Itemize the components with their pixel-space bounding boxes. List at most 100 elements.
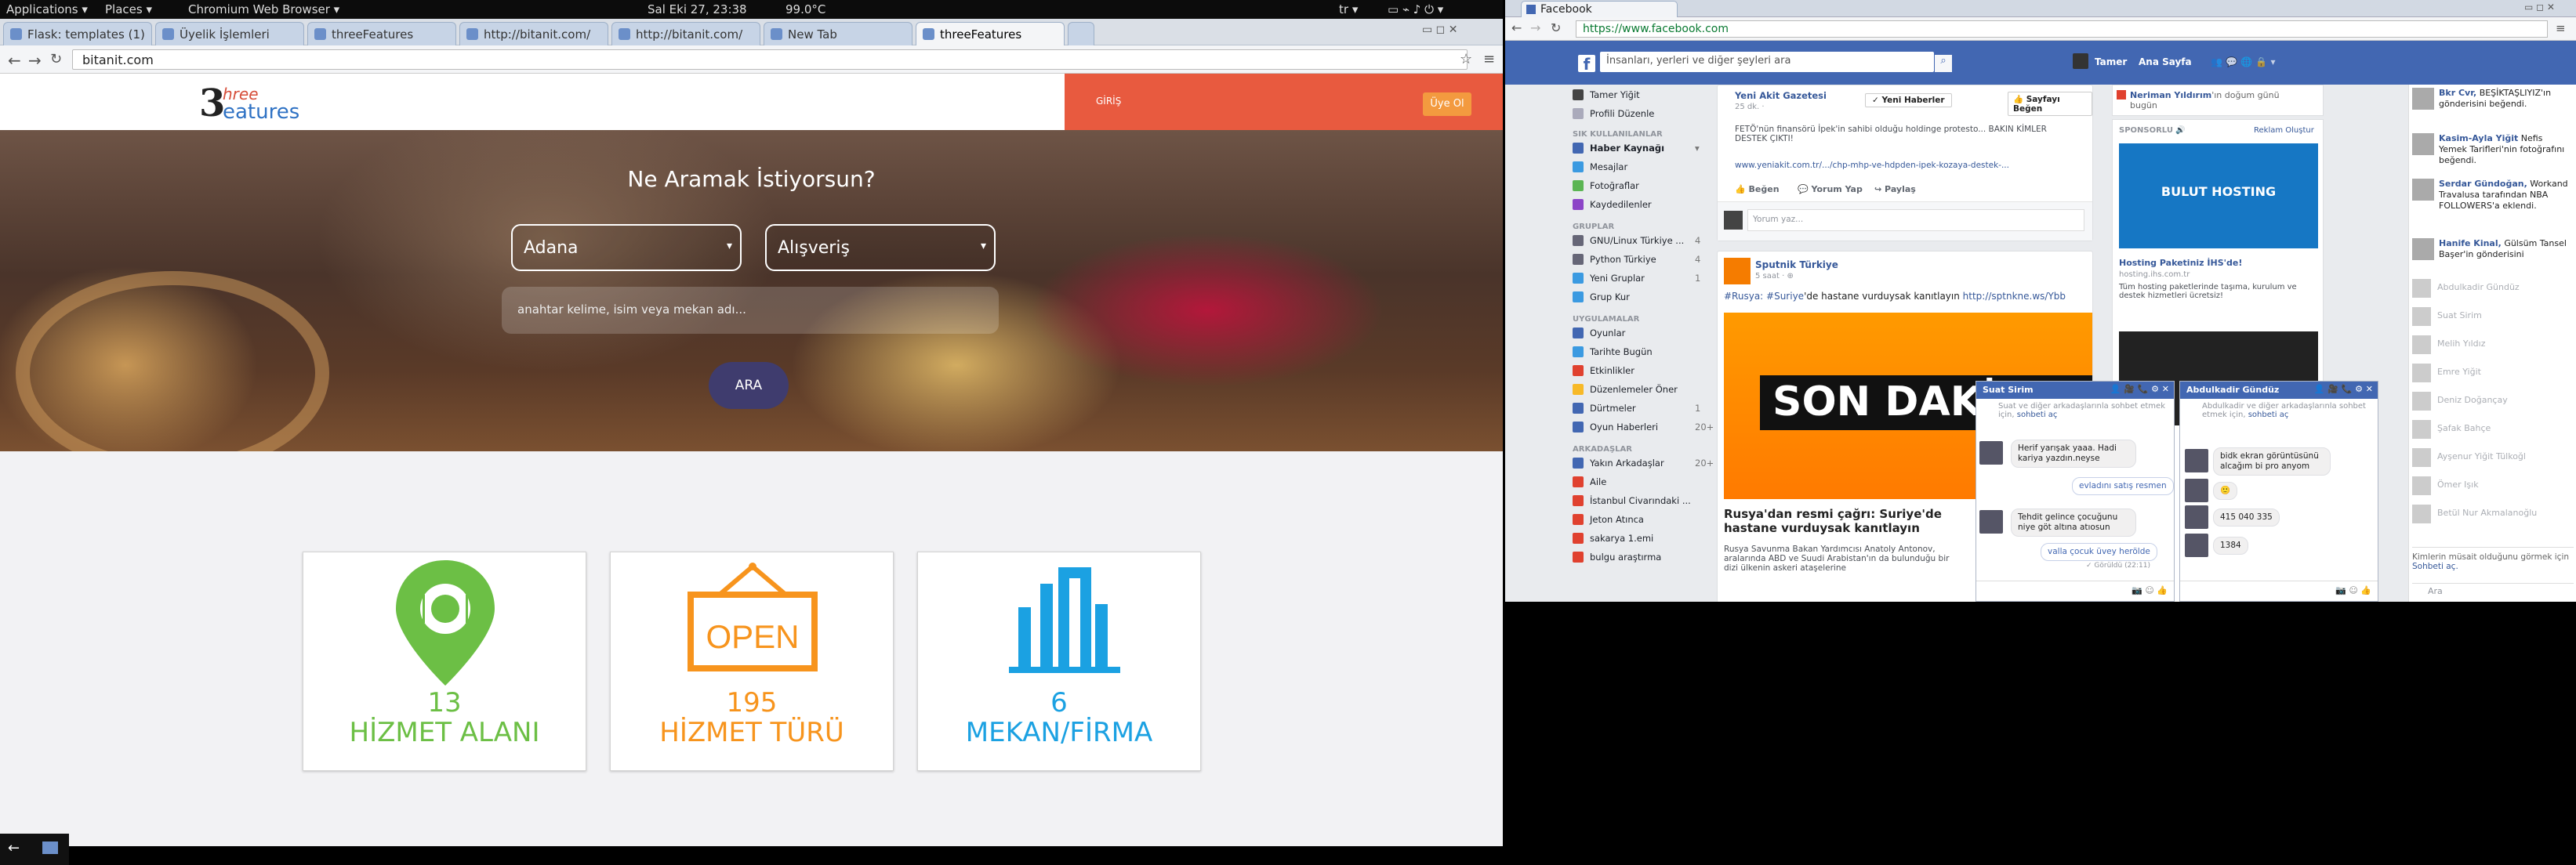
profile-link[interactable]: Tamer bbox=[2095, 56, 2127, 67]
keyboard-layout[interactable]: tr ▾ bbox=[1339, 2, 1358, 16]
sidebar-item-photos[interactable]: Fotoğraflar bbox=[1573, 180, 1639, 194]
stat-card-hizmet-turu[interactable]: OPEN 195 HİZMET TÜRÜ bbox=[610, 552, 894, 771]
comment-button[interactable]: 💬 Yorum Yap bbox=[1798, 184, 1863, 194]
open-chat-link[interactable]: sohbeti aç bbox=[2248, 411, 2289, 419]
site-logo[interactable]: 3 hree eatures bbox=[199, 83, 309, 124]
login-link[interactable]: GİRİŞ bbox=[1096, 96, 1121, 107]
places-menu[interactable]: Places ▾ bbox=[105, 2, 152, 16]
chat-title[interactable]: Suat Sirim bbox=[1983, 385, 2034, 395]
sidebar-item-app[interactable]: Tarihte Bugün bbox=[1573, 346, 1653, 360]
chat-search-input[interactable]: Ara bbox=[2412, 583, 2574, 599]
sidebar-item-group[interactable]: Yeni Gruplar 1 bbox=[1573, 273, 1700, 287]
stat-card-mekan-firma[interactable]: 6 MEKAN/FİRMA bbox=[917, 552, 1201, 771]
comment-input[interactable]: Yorum yaz... bbox=[1747, 209, 2084, 231]
forward-icon[interactable]: → bbox=[28, 51, 42, 70]
bookmark-star-icon[interactable]: ☆ bbox=[1460, 51, 1472, 67]
tab-threefeatures[interactable]: threeFeatures bbox=[307, 22, 456, 45]
sidebar-item-app[interactable]: Etkinlikler bbox=[1573, 365, 1634, 379]
chat-controls[interactable]: 👤 🎥 📞 ⚙ ✕ bbox=[2110, 384, 2170, 394]
category-select[interactable]: Alışveriş ▾ bbox=[765, 224, 996, 271]
signup-button[interactable]: Üye Ol bbox=[1423, 92, 1471, 116]
tab-threefeatures-active[interactable]: threeFeatures bbox=[916, 22, 1065, 45]
sidebar-item-friends[interactable]: sakarya 1.emi bbox=[1573, 533, 1653, 547]
contact-item[interactable]: Ayşenur Yiğit Tülkoğl bbox=[2412, 447, 2574, 469]
post-link[interactable]: www.yeniakit.com.tr/.../chp-mhp-ve-hdpde… bbox=[1735, 161, 2009, 170]
avatar[interactable] bbox=[2073, 53, 2088, 69]
back-icon[interactable]: ← bbox=[8, 51, 21, 70]
contact-item[interactable]: Melih Yıldız bbox=[2412, 334, 2574, 356]
menu-icon[interactable]: ≡ bbox=[2556, 21, 2566, 35]
search-button[interactable]: ARA bbox=[709, 362, 789, 409]
contact-item[interactable]: Deniz Doğançay bbox=[2412, 390, 2574, 412]
sidebar-item-friends[interactable]: Jeton Atınca bbox=[1573, 514, 1644, 528]
ad-image[interactable]: BULUT HOSTING bbox=[2119, 143, 2318, 248]
tab-bitanit-2[interactable]: http://bitanit.com/ bbox=[611, 22, 760, 45]
post-link[interactable]: http://sptnkne.ws/Ybb bbox=[1963, 291, 2066, 302]
address-bar[interactable]: https://www.facebook.com bbox=[1576, 20, 2548, 38]
post-author[interactable]: Sputnik Türkiye bbox=[1755, 259, 1838, 270]
clock[interactable]: Sal Eki 27, 23:38 bbox=[648, 2, 747, 16]
sidebar-item-app[interactable]: Düzenlemeler Öner bbox=[1573, 384, 1678, 398]
tray-icons[interactable]: ▭ ⌁ ♪ ⏻ ▾ bbox=[1388, 2, 1443, 16]
address-bar[interactable]: bitanit.com bbox=[72, 49, 1468, 70]
chat-input[interactable]: 📷 ☺ 👍 bbox=[1976, 581, 2174, 601]
new-tab-button[interactable] bbox=[1068, 22, 1094, 45]
contact-item[interactable]: Emre Yiğit bbox=[2412, 362, 2574, 384]
share-button[interactable]: ↪ Paylaş bbox=[1874, 184, 1916, 194]
facebook-logo-icon[interactable]: f bbox=[1578, 55, 1595, 74]
tab-flask[interactable]: Flask: templates (1) bbox=[3, 22, 152, 45]
keyword-input[interactable]: anahtar kelime, isim veya mekan adı... bbox=[502, 287, 999, 334]
sidebar-item-group[interactable]: Python Türkiye 4 bbox=[1573, 254, 1700, 268]
sidebar-item-messages[interactable]: Mesajlar bbox=[1573, 161, 1627, 176]
chromium-menu[interactable]: Chromium Web Browser ▾ bbox=[188, 2, 339, 16]
notification-icons[interactable]: 👥 💬 🌐 🔒 ▾ bbox=[2211, 56, 2276, 67]
open-chat-link[interactable]: sohbeti aç bbox=[2017, 411, 2058, 419]
sidebar-item-app[interactable]: Oyunlar bbox=[1573, 328, 1625, 342]
sidebar-item-friends[interactable]: Yakın Arkadaşlar 20+ bbox=[1573, 458, 1714, 472]
sidebar-item-group[interactable]: Grup Kur bbox=[1573, 291, 1630, 306]
sidebar-item-news-feed[interactable]: Haber Kaynağı ▾ bbox=[1573, 143, 1700, 157]
follow-button[interactable]: ✓ Yeni Haberler bbox=[1865, 93, 1952, 107]
menu-icon[interactable]: ≡ bbox=[1483, 51, 1495, 67]
sidebar-item-friends[interactable]: İstanbul Civarındaki ... bbox=[1573, 495, 1691, 509]
sidebar-item-friends[interactable]: Aile bbox=[1573, 476, 1606, 490]
contact-item[interactable]: Suat Sirim bbox=[2412, 306, 2574, 328]
edit-profile-link[interactable]: Profili Düzenle bbox=[1573, 108, 1654, 122]
stat-card-hizmet-alani[interactable]: 13 HİZMET ALANI bbox=[303, 552, 586, 771]
sidebar-item-group[interactable]: GNU/Linux Türkiye ... 4 bbox=[1573, 235, 1700, 249]
contact-item[interactable]: Abdulkadir Gündüz bbox=[2412, 277, 2574, 299]
open-chat-link[interactable]: Sohbeti aç. bbox=[2412, 562, 2458, 571]
profile-link[interactable]: Tamer Yiğit bbox=[1573, 89, 1640, 103]
back-arrow-icon[interactable]: ← bbox=[8, 840, 20, 856]
sidebar-item-app[interactable]: Dürtmeler 1 bbox=[1573, 403, 1700, 417]
temperature-indicator[interactable]: 99.0°C bbox=[785, 2, 825, 16]
search-input[interactable]: İnsanları, yerleri ve diğer şeyleri ara bbox=[1600, 52, 1934, 72]
reload-icon[interactable]: ↻ bbox=[50, 51, 62, 67]
like-page-button[interactable]: 👍 Sayfayı Beğen bbox=[2008, 92, 2092, 116]
applications-menu[interactable]: Applications ▾ bbox=[6, 2, 88, 16]
post-author[interactable]: Yeni Akit Gazetesi bbox=[1735, 90, 1827, 101]
tab-facebook[interactable]: Facebook bbox=[1521, 1, 1678, 17]
chat-input[interactable]: 📷 ☺ 👍 bbox=[2180, 581, 2378, 601]
window-list-icon[interactable] bbox=[42, 841, 58, 854]
home-link[interactable]: Ana Sayfa bbox=[2139, 56, 2192, 67]
forward-icon[interactable]: → bbox=[1530, 20, 1540, 35]
tab-uyelik[interactable]: Üyelik İşlemleri bbox=[155, 22, 304, 45]
window-controls[interactable]: ▭ ◻ ✕ bbox=[2524, 2, 2555, 13]
contact-item[interactable]: Şafak Bahçe bbox=[2412, 418, 2574, 440]
like-button[interactable]: 👍 Beğen bbox=[1735, 184, 1780, 194]
sidebar-item-saved[interactable]: Kaydedilenler bbox=[1573, 199, 1652, 213]
tab-bitanit-1[interactable]: http://bitanit.com/ bbox=[459, 22, 608, 45]
back-icon[interactable]: ← bbox=[1511, 20, 1522, 35]
sidebar-item-app[interactable]: Oyun Haberleri 20+ bbox=[1573, 422, 1714, 436]
city-select[interactable]: Adana ▾ bbox=[511, 224, 742, 271]
contact-item[interactable]: Betül Nur Akmalanoğlu bbox=[2412, 503, 2574, 525]
search-icon[interactable]: ⌕ bbox=[1935, 55, 1952, 72]
contact-item[interactable]: Ömer Işık bbox=[2412, 475, 2574, 497]
reload-icon[interactable]: ↻ bbox=[1551, 20, 1561, 35]
create-ad-link[interactable]: Reklam Oluştur bbox=[2254, 126, 2314, 135]
tab-new-tab[interactable]: New Tab bbox=[764, 22, 912, 45]
sidebar-item-friends[interactable]: bulgu araştırma bbox=[1573, 552, 1661, 566]
chat-controls[interactable]: 👤 🎥 📞 ⚙ ✕ bbox=[2314, 384, 2374, 394]
window-controls[interactable]: ▭ ◻ ✕ bbox=[1422, 24, 1457, 36]
